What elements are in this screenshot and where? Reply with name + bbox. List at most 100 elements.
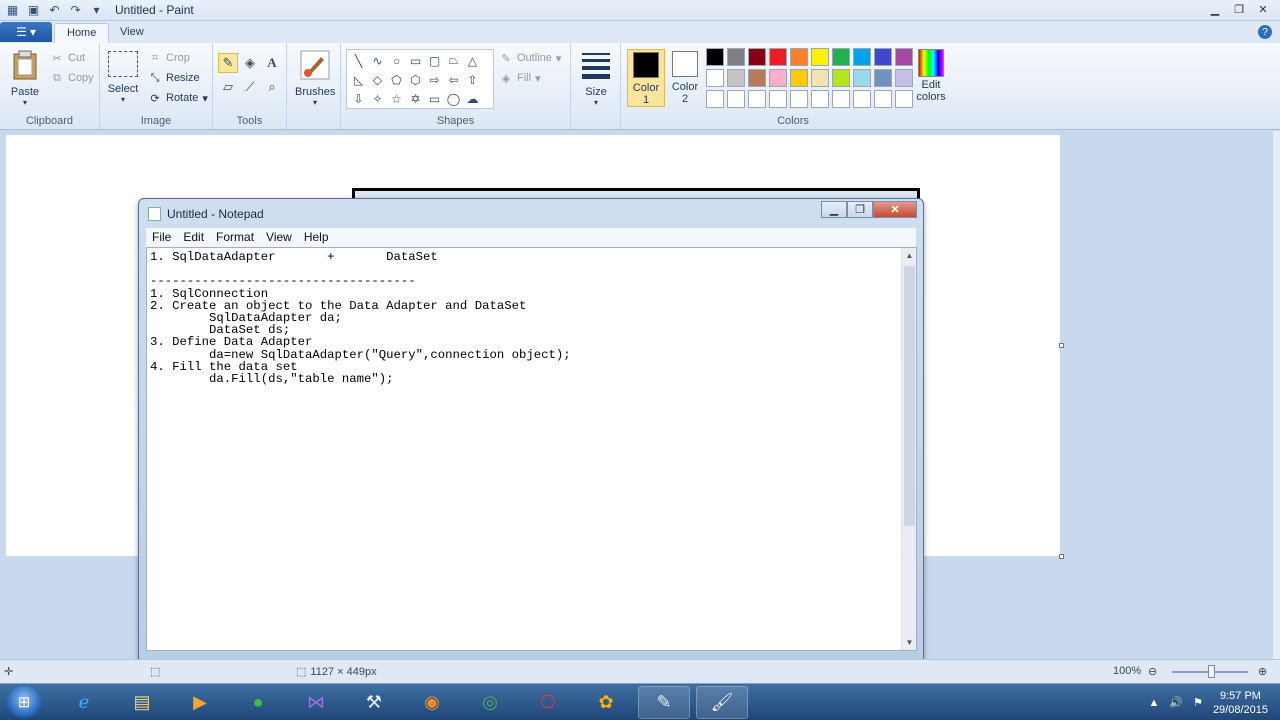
palette-color-swatch[interactable] <box>811 90 829 108</box>
up-arrow-shape-icon[interactable]: ⇧ <box>463 70 482 89</box>
right-arrow-shape-icon[interactable]: ⇨ <box>425 70 444 89</box>
palette-color-swatch[interactable] <box>706 90 724 108</box>
palette-color-swatch[interactable] <box>853 90 871 108</box>
curve-shape-icon[interactable]: ∿ <box>368 51 387 70</box>
visual-studio-icon[interactable]: ⋈ <box>290 686 342 719</box>
palette-color-swatch[interactable] <box>706 48 724 66</box>
notepad-text-area[interactable]: 1. SqlDataAdapter + DataSet ------------… <box>146 247 917 651</box>
green-orb-app-icon[interactable]: ● <box>232 686 284 719</box>
scroll-up-icon[interactable]: ▲ <box>902 248 917 263</box>
menu-help[interactable]: Help <box>298 228 335 247</box>
zoom-out-button[interactable]: ⊖ <box>1148 665 1157 678</box>
rectangle-shape-icon[interactable]: ▭ <box>406 51 425 70</box>
down-arrow-shape-icon[interactable]: ⇩ <box>349 89 368 108</box>
help-icon[interactable]: ? <box>1258 25 1272 39</box>
pentagon-shape-icon[interactable]: ⬠ <box>387 70 406 89</box>
palette-color-swatch[interactable] <box>769 48 787 66</box>
palette-color-swatch[interactable] <box>895 69 913 87</box>
paste-button[interactable]: Paste ▾ <box>8 49 42 107</box>
color-picker-icon[interactable]: ⟋ <box>240 77 260 97</box>
callout-cloud-shape-icon[interactable]: ☁ <box>463 89 482 108</box>
palette-color-swatch[interactable] <box>874 48 892 66</box>
notepad-maximize-button[interactable]: ❐ <box>847 201 873 218</box>
four-point-star-shape-icon[interactable]: ✧ <box>368 89 387 108</box>
scroll-thumb[interactable] <box>904 266 915 526</box>
save-icon[interactable]: ▣ <box>25 2 42 18</box>
oval-shape-icon[interactable]: ○ <box>387 51 406 70</box>
clock[interactable]: 9:57 PM 29/08/2015 <box>1213 689 1268 717</box>
fill-bucket-icon[interactable]: ◈ <box>240 53 260 73</box>
palette-color-swatch[interactable] <box>727 69 745 87</box>
firefox-icon[interactable]: ◉ <box>406 686 458 719</box>
palette-color-swatch[interactable] <box>832 69 850 87</box>
paint-taskbar-icon[interactable]: 🖌 <box>696 686 748 719</box>
customize-qat-icon[interactable]: ▾ <box>88 2 105 18</box>
rounded-rectangle-shape-icon[interactable]: ▢ <box>425 51 444 70</box>
six-point-star-shape-icon[interactable]: ✡ <box>406 89 425 108</box>
tools-app-icon[interactable]: ⚒ <box>348 686 400 719</box>
zoom-slider[interactable] <box>1172 665 1248 678</box>
palette-color-swatch[interactable] <box>748 48 766 66</box>
internet-explorer-icon[interactable]: ℯ <box>58 686 110 719</box>
menu-file[interactable]: File <box>146 228 177 247</box>
network-icon[interactable]: ⚑ <box>1193 696 1203 709</box>
canvas-vertical-scrollbar[interactable] <box>1273 131 1280 659</box>
zoom-slider-thumb[interactable] <box>1208 665 1215 678</box>
fill-button[interactable]: ◈ Fill ▾ <box>499 71 541 85</box>
color1-button[interactable]: Color 1 <box>627 49 665 107</box>
tray-expand-icon[interactable]: ▲ <box>1148 697 1159 709</box>
palette-color-swatch[interactable] <box>853 69 871 87</box>
text-tool-icon[interactable]: A <box>262 53 282 73</box>
volume-icon[interactable]: 🔊 <box>1169 696 1183 709</box>
pencil-icon[interactable]: ✎ <box>218 53 238 73</box>
shapes-gallery[interactable]: ╲ ∿ ○ ▭ ▢ ⏢ △ ◺ ◇ ⬠ ⬡ ⇨ ⇦ ⇧ ⇩ ✧ ☆ ✡ ▭ ◯ … <box>346 49 494 109</box>
canvas-resize-handle-right[interactable] <box>1059 343 1064 348</box>
triangle-shape-icon[interactable]: △ <box>463 51 482 70</box>
select-button[interactable]: Select ▾ <box>106 51 140 104</box>
edit-colors-button[interactable]: Edit colors <box>911 49 951 103</box>
start-button[interactable]: ⊞ <box>6 686 42 718</box>
palette-color-swatch[interactable] <box>832 90 850 108</box>
paint-app-icon[interactable]: ▦ <box>4 2 21 18</box>
palette-color-swatch[interactable] <box>874 69 892 87</box>
palette-color-swatch[interactable] <box>748 69 766 87</box>
notepad-text-content[interactable]: 1. SqlDataAdapter + DataSet ------------… <box>150 251 900 651</box>
color2-button[interactable]: Color 2 <box>666 49 704 107</box>
canvas-resize-handle-corner[interactable] <box>1059 554 1064 559</box>
zoom-in-button[interactable]: ⊕ <box>1258 665 1267 678</box>
chrome-icon[interactable]: ◎ <box>464 686 516 719</box>
palette-color-swatch[interactable] <box>769 69 787 87</box>
tab-home[interactable]: Home <box>54 23 110 43</box>
diamond-shape-icon[interactable]: ◇ <box>368 70 387 89</box>
palette-color-swatch[interactable] <box>727 90 745 108</box>
resize-button[interactable]: ⤡ Resize <box>148 71 200 85</box>
redo-icon[interactable]: ↷ <box>67 2 84 18</box>
palette-color-swatch[interactable] <box>874 90 892 108</box>
palette-color-swatch[interactable] <box>706 69 724 87</box>
palette-color-swatch[interactable] <box>727 48 745 66</box>
tab-view[interactable]: View <box>108 23 156 43</box>
media-player-icon[interactable]: ▶ <box>174 686 226 719</box>
five-point-star-shape-icon[interactable]: ☆ <box>387 89 406 108</box>
palette-color-swatch[interactable] <box>769 90 787 108</box>
brushes-button[interactable]: Brushes ▾ <box>295 49 335 107</box>
adobe-reader-icon[interactable]: ⎔ <box>522 686 574 719</box>
flower-app-icon[interactable]: ✿ <box>580 686 632 719</box>
palette-color-swatch[interactable] <box>811 48 829 66</box>
file-explorer-icon[interactable]: ▤ <box>116 686 168 719</box>
magnifier-icon[interactable]: ⌕ <box>262 77 282 97</box>
palette-color-swatch[interactable] <box>853 48 871 66</box>
palette-color-swatch[interactable] <box>832 48 850 66</box>
palette-color-swatch[interactable] <box>895 90 913 108</box>
polygon-shape-icon[interactable]: ⏢ <box>444 51 463 70</box>
copy-button[interactable]: ⧉ Copy <box>50 71 94 85</box>
notepad-close-button[interactable]: ✕ <box>873 201 917 218</box>
notepad-vertical-scrollbar[interactable]: ▲ ▼ <box>901 248 916 650</box>
left-arrow-shape-icon[interactable]: ⇦ <box>444 70 463 89</box>
line-shape-icon[interactable]: ╲ <box>349 51 368 70</box>
rotate-button[interactable]: ⟳ Rotate ▾ <box>148 91 208 105</box>
hexagon-shape-icon[interactable]: ⬡ <box>406 70 425 89</box>
cut-button[interactable]: ✂ Cut <box>50 51 85 65</box>
maximize-button[interactable]: ❐ <box>1228 1 1250 17</box>
callout-rect-shape-icon[interactable]: ▭ <box>425 89 444 108</box>
